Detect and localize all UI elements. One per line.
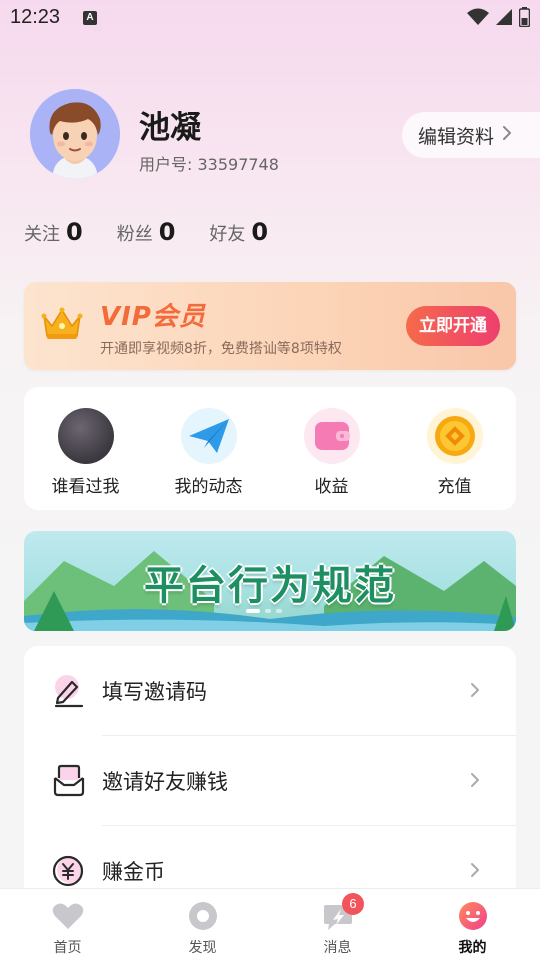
tab-label: 发现: [188, 940, 217, 956]
menu-item-label: 邀请好友赚钱: [102, 770, 228, 794]
vip-activate-button[interactable]: 立即开通: [406, 306, 500, 346]
status-time: 12:23: [10, 6, 61, 28]
vip-subtitle: 开通即享视频8折，免费搭讪等8项特权: [100, 341, 342, 357]
signal-icon: [496, 9, 512, 25]
menu-item-label: 填写邀请码: [102, 680, 207, 704]
discover-icon: [187, 900, 219, 932]
avatar[interactable]: [30, 89, 120, 179]
tab-discover[interactable]: 发现: [135, 889, 270, 960]
quick-action-label: 充值: [437, 477, 472, 497]
edit-profile-button[interactable]: 编辑资料: [402, 112, 540, 158]
quick-action-visitors[interactable]: 谁看过我: [24, 387, 147, 510]
tab-label: 首页: [53, 940, 82, 956]
stat-fans[interactable]: 粉丝 0: [117, 218, 176, 246]
quick-action-recharge[interactable]: 充值: [393, 387, 516, 510]
menu-item-invite-code[interactable]: 填写邀请码: [24, 646, 516, 736]
coin-icon: [426, 408, 483, 464]
pagination-dot: [265, 609, 271, 613]
pagination-dot: [276, 609, 282, 613]
menu-item-invite-friends[interactable]: 邀请好友赚钱: [24, 736, 516, 826]
chevron-right-icon: [470, 679, 480, 703]
profile-user-id: 用户号: 33597748: [139, 155, 279, 174]
heart-icon: [52, 900, 84, 932]
quick-actions: 谁看过我 我的动态 收益 充值: [24, 387, 516, 510]
edit-profile-label: 编辑资料: [418, 125, 495, 148]
pen-icon: [54, 675, 84, 708]
quick-action-label: 谁看过我: [51, 477, 120, 497]
wallet-icon: [303, 408, 360, 464]
stat-value: 0: [251, 218, 269, 246]
crown-icon: [41, 307, 83, 339]
status-bar: 12:23 A: [0, 0, 540, 36]
tab-messages[interactable]: 消息 6: [270, 889, 405, 960]
tab-me[interactable]: 我的: [405, 889, 540, 960]
unread-badge: 6: [342, 893, 364, 915]
chevron-right-icon: [470, 769, 480, 793]
stat-label: 关注: [24, 224, 60, 245]
banner-title: 平台行为规范: [144, 563, 396, 609]
stat-value: 0: [66, 218, 83, 246]
wifi-icon: [467, 8, 489, 25]
invite-envelope-icon: [53, 764, 85, 797]
stat-following[interactable]: 关注 0: [24, 218, 83, 246]
profile-name: 池凝: [139, 110, 201, 146]
smile-icon: [457, 900, 489, 932]
chevron-right-icon: [470, 859, 480, 883]
menu-item-label: 赚金币: [102, 860, 165, 884]
tab-label: 我的: [458, 940, 487, 956]
paper-plane-icon: [180, 408, 237, 464]
chevron-right-icon: [502, 125, 512, 146]
bottom-tab-bar: 首页 发现 消息 6 我的: [0, 888, 540, 960]
notification-icon: A: [83, 11, 97, 25]
vip-card[interactable]: VIP会员 开通即享视频8折，免费搭讪等8项特权 立即开通: [24, 282, 516, 370]
profile-stats: 关注 0 粉丝 0 好友 0: [24, 218, 302, 246]
quick-action-earnings[interactable]: 收益: [270, 387, 393, 510]
banner-pagination: [246, 609, 282, 613]
status-icons: [467, 7, 530, 27]
yuan-coin-icon: [52, 855, 84, 887]
tab-label: 消息: [323, 940, 352, 956]
vip-title: VIP会员: [100, 302, 206, 332]
stat-label: 好友: [209, 224, 246, 245]
stat-label: 粉丝: [116, 224, 153, 245]
pagination-dot: [246, 609, 260, 613]
quick-action-label: 收益: [314, 477, 349, 497]
stat-value: 0: [158, 218, 176, 246]
visitor-avatar-icon: [57, 408, 114, 464]
quick-action-moments[interactable]: 我的动态: [147, 387, 270, 510]
avatar-illustration: [30, 89, 120, 179]
quick-action-label: 我的动态: [174, 477, 243, 497]
battery-icon: [519, 7, 530, 27]
promo-banner[interactable]: 平台行为规范: [24, 531, 516, 631]
menu-list: 填写邀请码 邀请好友赚钱 赚金币: [24, 646, 516, 906]
tab-home[interactable]: 首页: [0, 889, 135, 960]
stat-friends[interactable]: 好友 0: [209, 218, 268, 246]
